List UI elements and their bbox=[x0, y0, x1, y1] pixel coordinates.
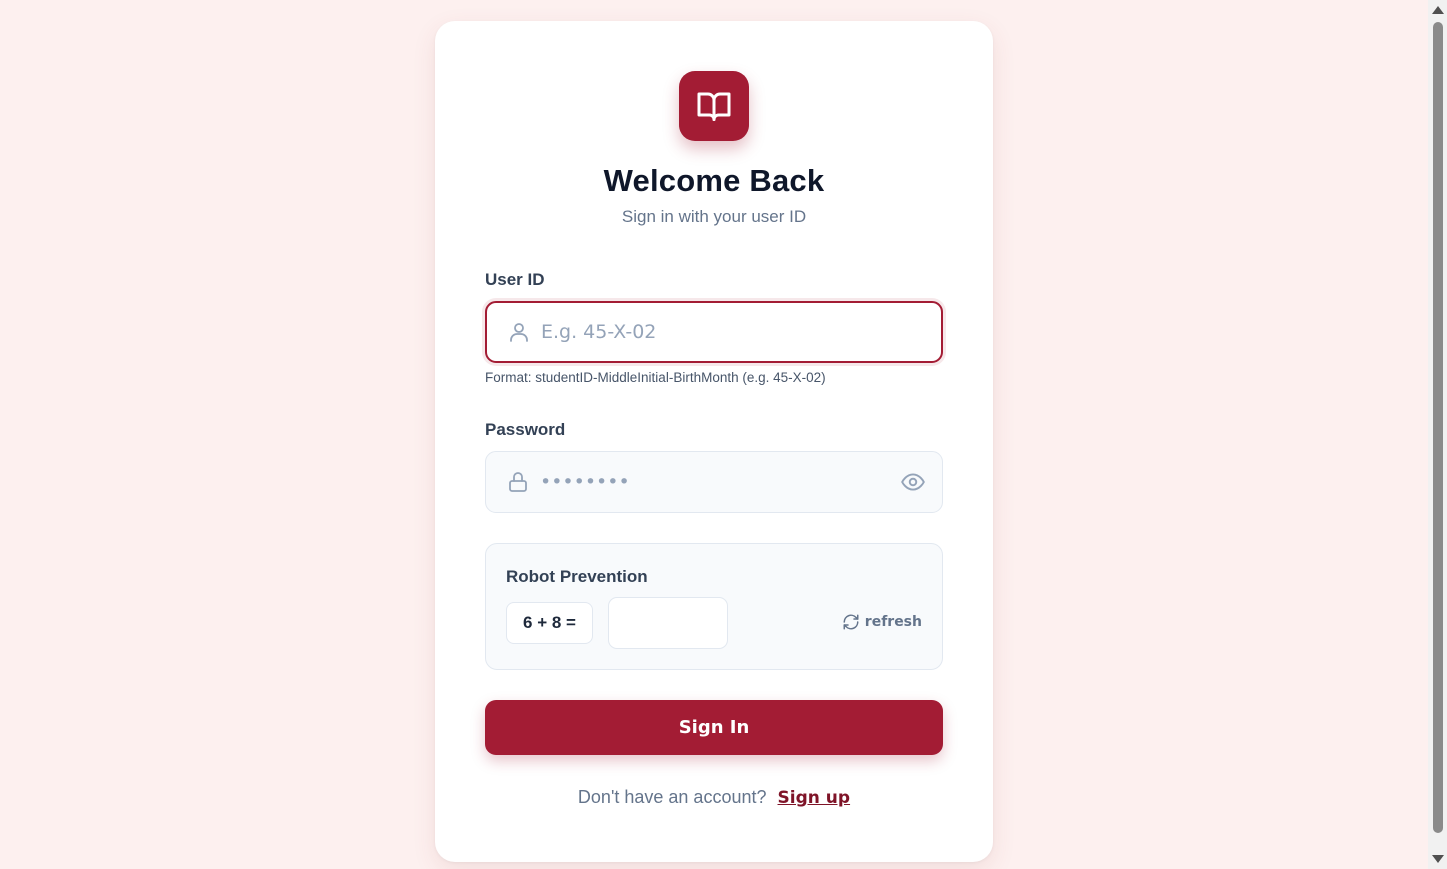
sign-in-button[interactable]: Sign In bbox=[485, 700, 943, 755]
logo bbox=[679, 71, 749, 141]
user-id-format-hint: Format: studentID-MiddleInitial-BirthMon… bbox=[485, 370, 826, 385]
refresh-label: refresh bbox=[864, 614, 922, 630]
user-id-input[interactable] bbox=[541, 303, 891, 361]
refresh-captcha-button[interactable]: refresh bbox=[842, 613, 922, 631]
open-book-icon bbox=[696, 88, 732, 124]
scrollbar-thumb[interactable] bbox=[1433, 22, 1443, 833]
signup-prompt-text: Don't have an account? bbox=[577, 787, 767, 807]
page-title: Welcome Back bbox=[603, 163, 825, 198]
sign-up-link[interactable]: Sign up bbox=[778, 788, 851, 808]
refresh-icon bbox=[842, 613, 860, 631]
user-id-field[interactable] bbox=[485, 301, 943, 363]
robot-prevention-panel: Robot Prevention 6 + 8 = refresh bbox=[485, 543, 943, 670]
login-card: Welcome Back Sign in with your user ID U… bbox=[435, 21, 993, 862]
password-field[interactable] bbox=[485, 451, 943, 513]
page-scrollbar[interactable] bbox=[1428, 0, 1447, 869]
eye-icon[interactable] bbox=[900, 469, 926, 495]
robot-prevention-title: Robot Prevention bbox=[506, 567, 648, 586]
user-id-label: User ID bbox=[485, 270, 545, 289]
captcha-equation: 6 + 8 = bbox=[506, 602, 593, 644]
scroll-up-arrow-icon[interactable] bbox=[1432, 6, 1444, 14]
signup-prompt: Don't have an account? Sign up bbox=[435, 787, 993, 808]
user-icon bbox=[507, 320, 531, 344]
password-label: Password bbox=[485, 420, 566, 439]
page-subtitle: Sign in with your user ID bbox=[621, 207, 807, 226]
password-input[interactable] bbox=[540, 452, 892, 512]
scroll-down-arrow-icon[interactable] bbox=[1432, 855, 1444, 863]
captcha-answer-input[interactable] bbox=[608, 597, 728, 649]
lock-icon bbox=[506, 470, 530, 494]
